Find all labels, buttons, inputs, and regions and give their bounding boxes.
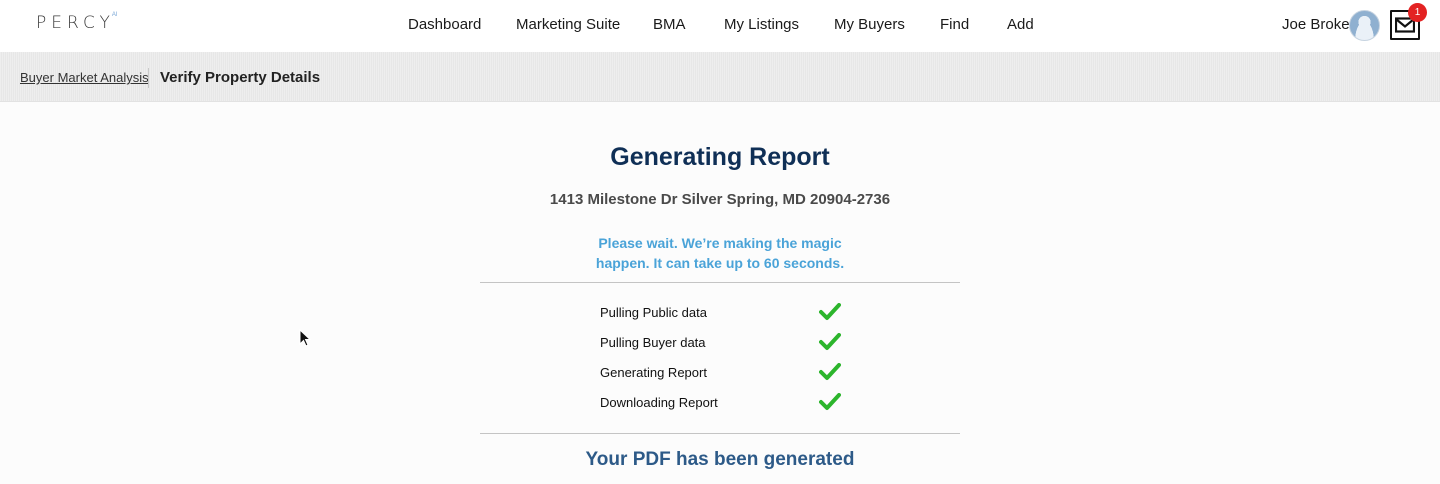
step-label: Pulling Public data (600, 305, 707, 320)
divider-top (480, 282, 960, 283)
nav-find[interactable]: Find (940, 16, 969, 33)
breadcrumb-parent-link[interactable]: Buyer Market Analysis (20, 70, 149, 85)
logo-text: PERCY (36, 13, 115, 33)
step-pulling-public-data: Pulling Public data (600, 302, 860, 332)
nav-bma[interactable]: BMA (653, 16, 686, 33)
step-generating-report: Generating Report (600, 362, 860, 392)
property-address: 1413 Milestone Dr Silver Spring, MD 2090… (549, 191, 891, 208)
nav-add[interactable]: Add (1007, 16, 1034, 33)
divider-bottom (480, 433, 960, 434)
top-nav: PERCY AI Dashboard Marketing Suite BMA M… (0, 0, 1440, 52)
notification-badge: 1 (1408, 3, 1427, 22)
step-label: Downloading Report (600, 395, 718, 410)
checkmark-icon (819, 333, 841, 350)
page-title: Generating Report (610, 143, 830, 171)
checkmark-icon (819, 303, 841, 320)
step-downloading-report: Downloading Report (600, 392, 860, 422)
step-pulling-buyer-data: Pulling Buyer data (600, 332, 860, 362)
nav-dashboard[interactable]: Dashboard (408, 16, 481, 33)
step-label: Generating Report (600, 365, 707, 380)
nav-marketing-suite[interactable]: Marketing Suite (516, 16, 620, 33)
percy-logo[interactable]: PERCY AI (36, 12, 118, 36)
checkmark-icon (819, 393, 841, 410)
avatar[interactable] (1349, 10, 1380, 41)
wait-message-line-2: happen. It can take up to 60 seconds. (595, 255, 845, 271)
breadcrumb-current: Verify Property Details (160, 69, 321, 86)
report-progress-panel: Generating Report 1413 Milestone Dr Silv… (0, 103, 1440, 484)
mouse-cursor-icon (299, 329, 311, 347)
logo-ai-mark: AI (111, 12, 118, 18)
nav-my-buyers[interactable]: My Buyers (834, 16, 905, 33)
breadcrumb: Buyer Market Analysis Verify Property De… (0, 52, 1440, 102)
pdf-generated-message: Your PDF has been generated (585, 449, 855, 470)
wait-message-line-1: Please wait. We’re making the magic (598, 235, 842, 251)
wait-message: Please wait. We’re making the magic happ… (0, 233, 1440, 273)
step-label: Pulling Buyer data (600, 335, 706, 350)
checkmark-icon (819, 363, 841, 380)
user-name[interactable]: Joe Broker (1282, 16, 1355, 33)
breadcrumb-divider (148, 68, 149, 88)
nav-my-listings[interactable]: My Listings (724, 16, 799, 33)
